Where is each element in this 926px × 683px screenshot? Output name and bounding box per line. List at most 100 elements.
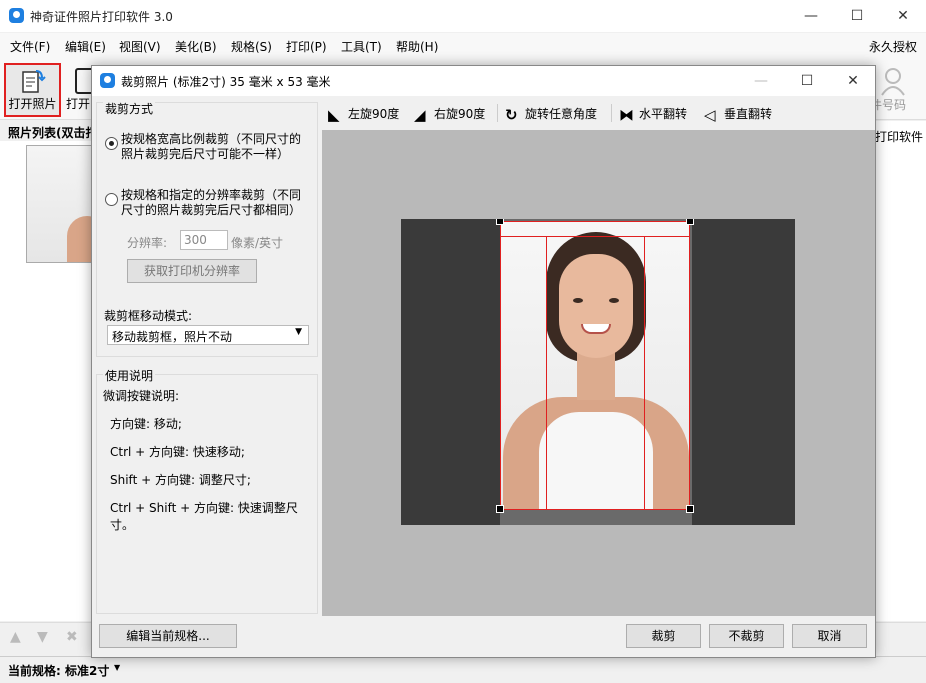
crop-by-dpi-radio[interactable] [105,193,118,206]
move-mode-label: 裁剪框移动模式: [104,309,193,323]
help-line: 方向键: 移动; [110,417,182,431]
rotate-any-button[interactable]: ↻ 旋转任意角度 [505,105,597,124]
photo-list[interactable] [0,141,94,621]
delete-icon[interactable]: ✖ [66,629,78,645]
crop-handle-bottom-left[interactable] [496,505,504,513]
rotate-icon: ↻ [505,106,518,124]
crop-canvas[interactable] [322,130,875,616]
menu-edit[interactable]: 编辑(E) [65,38,106,55]
portrait-clothing [539,412,653,509]
current-spec-selector[interactable]: 当前规格: 标准2寸 [8,662,109,679]
open-photo-label: 打开照片 [8,97,57,111]
right-panel [875,121,926,621]
crop-by-ratio-radio[interactable] [105,137,118,150]
flip-horizontal-icon: ⧓ [619,106,634,124]
image-toolbar: ◣ 左旋90度 ◢ 右旋90度 ↻ 旋转任意角度 ⧓ 水平翻转 ◁ 垂直翻转 [322,96,875,130]
dpi-unit: 像素/英寸 [231,236,284,250]
flip-vertical-label: 垂直翻转 [724,107,773,121]
rotate-left-button[interactable]: ◣ 左旋90度 [328,105,399,124]
flip-horizontal-button[interactable]: ⧓ 水平翻转 [619,105,687,124]
dialog-maximize-button[interactable]: ☐ [784,66,830,96]
rotate-right-icon: ◢ [414,106,426,124]
maximize-button[interactable]: ☐ [834,0,880,32]
status-bar: 当前规格: 标准2寸 ▼ [0,656,926,683]
photo-thumbnail[interactable] [26,145,94,263]
chevron-down-icon[interactable]: ▼ [114,663,120,672]
person-icon [881,68,905,96]
crop-by-ratio-line1: 按规格宽高比例裁剪（不同尺寸的 [121,132,302,146]
rotate-any-label: 旋转任意角度 [525,107,598,121]
help-line: Ctrl + 方向键: 快速移动; [110,445,245,459]
help-panel: 使用说明 微调按键说明: 方向键: 移动; Ctrl + 方向键: 快速移动; … [96,367,318,614]
crop-by-dpi-line2: 尺寸的照片裁剪完后尺寸都相同） [121,203,302,217]
toolbar-divider [497,104,498,122]
right-panel-label: 打印软件 [875,130,924,144]
rotate-right-button[interactable]: ◢ 右旋90度 [414,105,485,124]
move-mode-value: 移动裁剪框，照片不动 [112,330,233,344]
crop-settings-panel: 裁剪方式 按规格宽高比例裁剪（不同尺寸的 照片裁剪完后尺寸可能不一样） 按规格和… [96,100,318,357]
flip-horizontal-label: 水平翻转 [639,107,688,121]
open-second-label: 打开 [66,97,91,111]
dialog-title: 裁剪照片 (标准2寸) 35 毫米 x 53 毫米 [121,75,331,89]
dialog-logo-icon [100,73,115,88]
menu-tools[interactable]: 工具(T) [341,38,382,55]
rotate-left-label: 左旋90度 [348,107,400,121]
dimmed-area-left [401,219,500,525]
crop-handle-bottom-right[interactable] [686,505,694,513]
app-logo-icon [9,8,24,23]
dpi-label: 分辨率: [127,236,168,250]
open-photo-button[interactable]: 打开照片 [4,63,61,117]
crop-handle-top-right[interactable] [686,219,694,225]
app-titlebar: 神奇证件照片打印软件 3.0 — ☐ ✕ [0,0,926,32]
rotate-left-icon: ◣ [328,106,340,124]
flip-vertical-button[interactable]: ◁ 垂直翻转 [704,105,772,124]
crop-frame[interactable] [500,221,690,510]
menu-file[interactable]: 文件(F) [10,38,50,55]
portrait-eye [609,298,619,303]
crop-button[interactable]: 裁剪 [626,624,701,648]
open-second-button[interactable]: 打开 [64,65,95,115]
move-down-icon[interactable]: ▼ [37,629,48,645]
menu-help[interactable]: 帮助(H) [396,38,438,55]
no-crop-button[interactable]: 不裁剪 [709,624,784,648]
help-line: 微调按键说明: [103,389,180,403]
menu-bar: 文件(F) 编辑(E) 视图(V) 美化(B) 规格(S) 打印(P) 工具(T… [0,33,926,58]
crop-by-dpi-line1: 按规格和指定的分辨率裁剪（不同 [121,188,302,202]
minimize-button[interactable]: — [788,0,834,32]
help-line: Shift + 方向键: 调整尺寸; [110,473,251,487]
close-button[interactable]: ✕ [880,0,926,32]
crop-handle-top-left[interactable] [496,219,504,225]
dpi-input[interactable]: 300 [180,230,228,250]
toolbar-divider [611,104,612,122]
id-number-button[interactable]: 件号码 [870,66,914,116]
flip-vertical-icon: ◁ [704,106,716,124]
dimmed-area-right [692,219,795,525]
crop-guide-left [546,236,547,509]
menu-spec[interactable]: 规格(S) [231,38,272,55]
cancel-button[interactable]: 取消 [792,624,867,648]
portrait-face [559,254,633,358]
crop-guide-top [501,236,689,237]
move-up-icon[interactable]: ▲ [10,629,21,645]
menu-beautify[interactable]: 美化(B) [175,38,217,55]
chevron-down-icon: ▼ [295,327,302,337]
crop-by-ratio-line2: 照片裁剪完后尺寸可能不一样） [121,147,290,161]
portrait-eye [573,298,583,303]
photo-list-header: 照片列表(双击打 [0,121,92,141]
open-file-icon [21,70,46,93]
help-line: Ctrl + Shift + 方向键: 快速调整尺寸。 [110,501,298,532]
dialog-minimize-button: — [754,73,768,89]
crop-photo-dialog: 裁剪照片 (标准2寸) 35 毫米 x 53 毫米 — ☐ ✕ 裁剪方式 按规格… [91,65,876,658]
move-mode-select[interactable]: 移动裁剪框，照片不动 ▼ [107,325,309,345]
dialog-close-button[interactable]: ✕ [830,66,876,96]
app-title: 神奇证件照片打印软件 3.0 [30,10,173,24]
get-printer-dpi-button[interactable]: 获取打印机分辨率 [127,259,257,283]
menu-print[interactable]: 打印(P) [286,38,327,55]
menu-view[interactable]: 视图(V) [119,38,161,55]
dialog-titlebar: 裁剪照片 (标准2寸) 35 毫米 x 53 毫米 — ☐ ✕ [92,66,875,96]
crop-mode-title: 裁剪方式 [103,100,156,117]
edit-spec-button[interactable]: 编辑当前规格... [99,624,237,648]
photo-preview [401,219,795,525]
license-status: 永久授权 [868,40,917,54]
help-title: 使用说明 [103,367,156,384]
